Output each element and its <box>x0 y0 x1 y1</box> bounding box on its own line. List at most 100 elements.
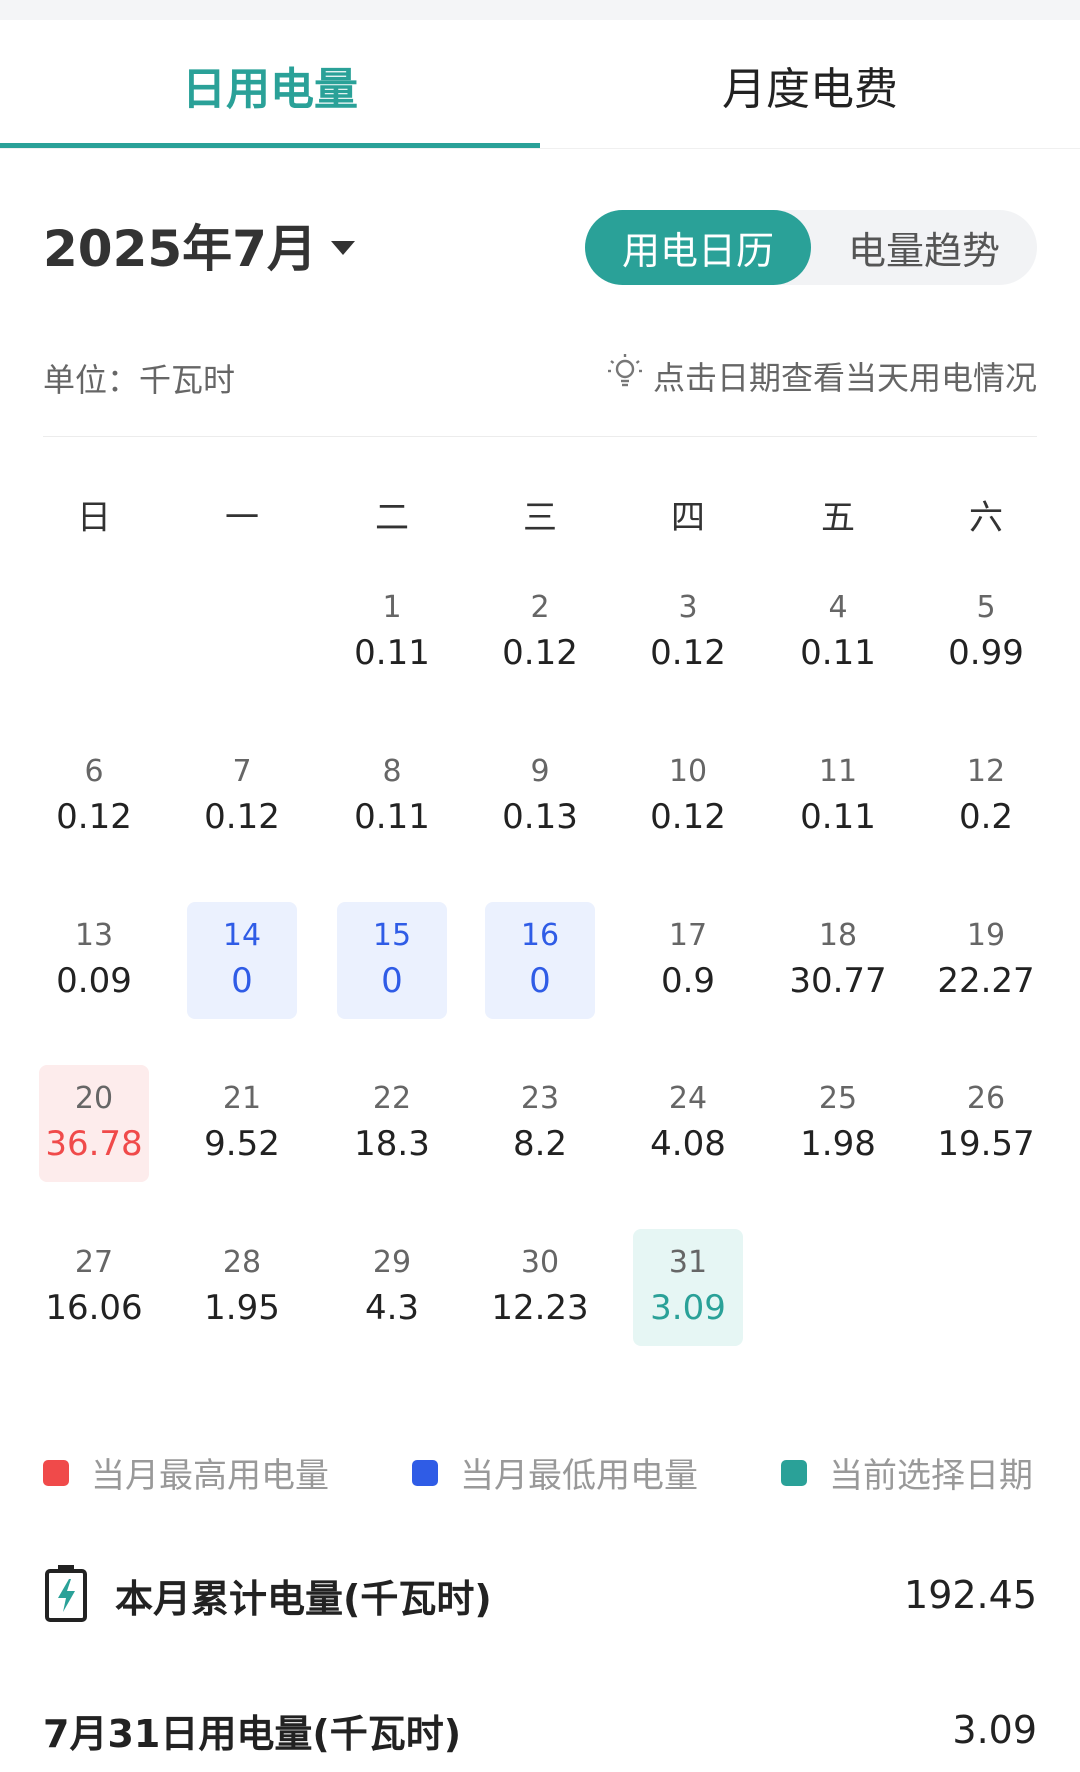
calendar-day[interactable]: 16 0 <box>485 902 595 1019</box>
calendar-day-usage: 0.9 <box>660 960 716 1001</box>
calendar-day-usage: 0.11 <box>800 796 876 837</box>
calendar-day-number: 23 <box>520 1080 560 1116</box>
calendar-day[interactable]: 11 0.11 <box>783 738 893 855</box>
toggle-trend-button[interactable]: 电量趋势 <box>811 210 1037 285</box>
calendar-day[interactable]: 31 3.09 <box>633 1229 743 1346</box>
calendar-day[interactable]: 27 16.06 <box>39 1229 149 1346</box>
weekday-label: 日 <box>77 498 111 538</box>
tab-daily-usage[interactable]: 日用电量 <box>0 20 540 150</box>
tip-text: 点击日期查看当天用电情况 <box>652 359 1037 397</box>
calendar-day[interactable]: 24 4.08 <box>633 1065 743 1182</box>
weekday-label: 一 <box>225 498 259 538</box>
calendar-day-usage: 0.12 <box>650 632 726 673</box>
weekday-label: 四 <box>671 498 705 538</box>
calendar-day-usage: 0 <box>381 960 403 1001</box>
calendar-day-number: 8 <box>382 753 402 789</box>
tab-bar: 日用电量 月度电费 <box>0 20 1080 150</box>
selected-day-usage-row: 7月31日用电量(千瓦时) 3.09 <box>43 1695 1037 1765</box>
calendar-day[interactable]: 19 22.27 <box>931 902 1041 1019</box>
legend-highest: 当月最高用电量 <box>43 1448 329 1497</box>
calendar-day[interactable]: 13 0.09 <box>39 902 149 1019</box>
calendar-day[interactable]: 28 1.95 <box>187 1229 297 1346</box>
calendar-day-usage: 22.27 <box>937 960 1035 1001</box>
legend-selected: 当前选择日期 <box>781 1448 1033 1497</box>
calendar-day-number: 28 <box>222 1244 262 1280</box>
calendar-day[interactable]: 29 4.3 <box>337 1229 447 1346</box>
weekday-header: 日一二三四五六 <box>0 490 1080 540</box>
monthly-total-label: 本月累计电量(千瓦时) <box>115 1576 492 1621</box>
toggle-calendar-button[interactable]: 用电日历 <box>585 210 811 285</box>
calendar-day[interactable]: 2 0.12 <box>485 574 595 691</box>
calendar-day[interactable]: 7 0.12 <box>187 738 297 855</box>
calendar-day-usage: 0.2 <box>958 796 1014 837</box>
monthly-total-row: 本月累计电量(千瓦时) 192.45 <box>43 1555 1037 1635</box>
view-toggle: 用电日历 电量趋势 <box>585 210 1037 285</box>
calendar-day-usage: 12.23 <box>491 1287 589 1328</box>
calendar-day-usage: 0.12 <box>204 796 280 837</box>
calendar-day[interactable]: 21 9.52 <box>187 1065 297 1182</box>
calendar-day[interactable]: 10 0.12 <box>633 738 743 855</box>
calendar-day-usage: 36.78 <box>45 1123 143 1164</box>
calendar-day-number: 13 <box>74 917 114 953</box>
selected-day-usage-label: 7月31日用电量(千瓦时) <box>43 1711 462 1756</box>
calendar-day-number: 3 <box>678 589 698 625</box>
calendar-day[interactable]: 17 0.9 <box>633 902 743 1019</box>
calendar-day-usage: 0.12 <box>502 632 578 673</box>
month-label: 2025年7月 <box>43 220 317 278</box>
weekday-label: 六 <box>969 498 1003 538</box>
calendar-day[interactable]: 8 0.11 <box>337 738 447 855</box>
calendar-day[interactable]: 9 0.13 <box>485 738 595 855</box>
calendar-day-number: 29 <box>372 1244 412 1280</box>
calendar-day-usage: 9.52 <box>204 1123 280 1164</box>
calendar-day-usage: 0.99 <box>948 632 1024 673</box>
calendar-day[interactable]: 6 0.12 <box>39 738 149 855</box>
calendar-day-number: 20 <box>74 1080 114 1116</box>
calendar-day[interactable]: 1 0.11 <box>337 574 447 691</box>
calendar-day-usage: 18.3 <box>354 1123 430 1164</box>
calendar-day[interactable]: 12 0.2 <box>931 738 1041 855</box>
calendar-day-number: 26 <box>966 1080 1006 1116</box>
calendar-day[interactable]: 14 0 <box>187 902 297 1019</box>
status-strip <box>0 0 1080 20</box>
month-selector[interactable]: 2025年7月 <box>43 210 355 280</box>
calendar-day[interactable]: 15 0 <box>337 902 447 1019</box>
calendar-day-usage: 1.98 <box>800 1123 876 1164</box>
calendar-day-usage: 0.12 <box>650 796 726 837</box>
calendar-day[interactable]: 5 0.99 <box>931 574 1041 691</box>
calendar-day[interactable]: 3 0.12 <box>633 574 743 691</box>
calendar-day-number: 5 <box>976 589 996 625</box>
legend-label: 当月最高用电量 <box>91 1456 329 1496</box>
calendar-day-usage: 0.11 <box>800 632 876 673</box>
calendar-day-usage: 4.08 <box>650 1123 726 1164</box>
calendar-day[interactable]: 23 8.2 <box>485 1065 595 1182</box>
calendar-day-number: 6 <box>84 753 104 789</box>
unit-label: 单位：千瓦时 <box>43 361 236 399</box>
calendar-day-number: 11 <box>818 753 858 789</box>
calendar-day-usage: 4.3 <box>364 1287 420 1328</box>
calendar-day[interactable]: 22 18.3 <box>337 1065 447 1182</box>
battery-charging-icon <box>43 1563 89 1627</box>
calendar-day[interactable]: 18 30.77 <box>783 902 893 1019</box>
calendar-day-number: 9 <box>530 753 550 789</box>
calendar-day-usage: 0.09 <box>56 960 132 1001</box>
calendar-day-number: 16 <box>520 917 560 953</box>
calendar-day-number: 14 <box>222 917 262 953</box>
calendar-day[interactable]: 25 1.98 <box>783 1065 893 1182</box>
calendar-day-usage: 0.12 <box>56 796 132 837</box>
legend-swatch <box>412 1459 438 1486</box>
lightbulb-icon <box>605 352 645 400</box>
calendar-day[interactable]: 20 36.78 <box>39 1065 149 1182</box>
calendar-day-number: 30 <box>520 1244 560 1280</box>
tab-monthly-bill[interactable]: 月度电费 <box>540 20 1080 150</box>
legend: 当月最高用电量 当月最低用电量 当前选择日期 <box>0 1448 1080 1498</box>
caret-down-icon <box>330 241 355 255</box>
legend-lowest: 当月最低用电量 <box>412 1448 698 1497</box>
legend-label: 当月最低用电量 <box>460 1456 698 1496</box>
calendar-day[interactable]: 30 12.23 <box>485 1229 595 1346</box>
legend-swatch <box>43 1459 69 1486</box>
calendar-day[interactable]: 26 19.57 <box>931 1065 1041 1182</box>
weekday-label: 三 <box>523 498 557 538</box>
legend-label: 当前选择日期 <box>829 1456 1033 1496</box>
calendar-day-number: 1 <box>382 589 402 625</box>
calendar-day[interactable]: 4 0.11 <box>783 574 893 691</box>
